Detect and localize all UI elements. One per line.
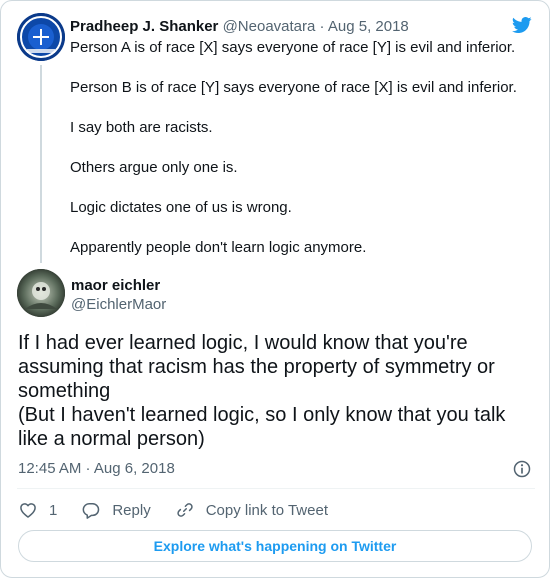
twitter-bird-icon[interactable] (510, 15, 534, 35)
like-button[interactable]: 1 (18, 500, 57, 520)
meta-separator: · (315, 18, 328, 35)
author-handle[interactable]: @EichlerMaor (71, 295, 166, 315)
link-icon (177, 503, 193, 517)
parent-line: I say both are racists. (70, 119, 213, 136)
tweet-text-line: assuming that racism has the property of… (18, 356, 495, 378)
parent-avatar[interactable] (17, 13, 65, 61)
parent-author-handle[interactable]: @Neoavatara (223, 18, 316, 35)
copy-link-label: Copy link to Tweet (205, 501, 328, 519)
parent-line: Logic dictates one of us is wrong. (70, 199, 292, 216)
parent-line: Person A is of race [X] says everyone of… (70, 39, 516, 56)
like-count: 1 (49, 501, 58, 519)
author-avatar[interactable] (17, 269, 65, 317)
parent-author-name[interactable]: Pradheep J. Shanker (70, 18, 218, 35)
tweet-text-line: If I had ever learned logic, I would kno… (18, 332, 468, 354)
avatar-image (17, 269, 65, 317)
parent-line: Apparently people don't learn logic anym… (70, 239, 367, 256)
parent-line: Person B is of race [Y] says everyone of… (70, 79, 517, 96)
tweet-text-line: like a normal person) (18, 428, 205, 450)
parent-date[interactable]: Aug 5, 2018 (328, 18, 409, 35)
reply-button[interactable]: Reply (81, 500, 151, 520)
info-icon[interactable] (512, 459, 532, 479)
tweet-text-line: something (18, 380, 111, 402)
parent-tweet-text: Person A is of race [X] says everyone of… (70, 38, 535, 278)
tweet-timestamp[interactable]: 12:45 AM · Aug 6, 2018 (18, 459, 175, 479)
tweet-text: If I had ever learned logic, I would kno… (18, 331, 538, 451)
divider (17, 488, 535, 489)
tweet-card: Pradheep J. Shanker @Neoavatara · Aug 5,… (0, 0, 550, 578)
parent-header: Pradheep J. Shanker @Neoavatara · Aug 5,… (70, 17, 409, 37)
tweet-text-line: (But I haven't learned logic, so I only … (18, 404, 506, 426)
action-bar: 1 Reply Copy link to Tweet (18, 499, 352, 521)
heart-icon (20, 503, 36, 518)
reply-label: Reply (112, 501, 151, 519)
explore-twitter-button[interactable]: Explore what's happening on Twitter (18, 530, 532, 562)
author-name[interactable]: maor eichler (71, 276, 160, 296)
copy-link-button[interactable]: Copy link to Tweet (175, 500, 328, 520)
avatar-image (17, 13, 65, 61)
thread-connector-line (40, 65, 42, 263)
reply-bubble-icon (82, 502, 100, 519)
parent-line: Others argue only one is. (70, 159, 238, 176)
